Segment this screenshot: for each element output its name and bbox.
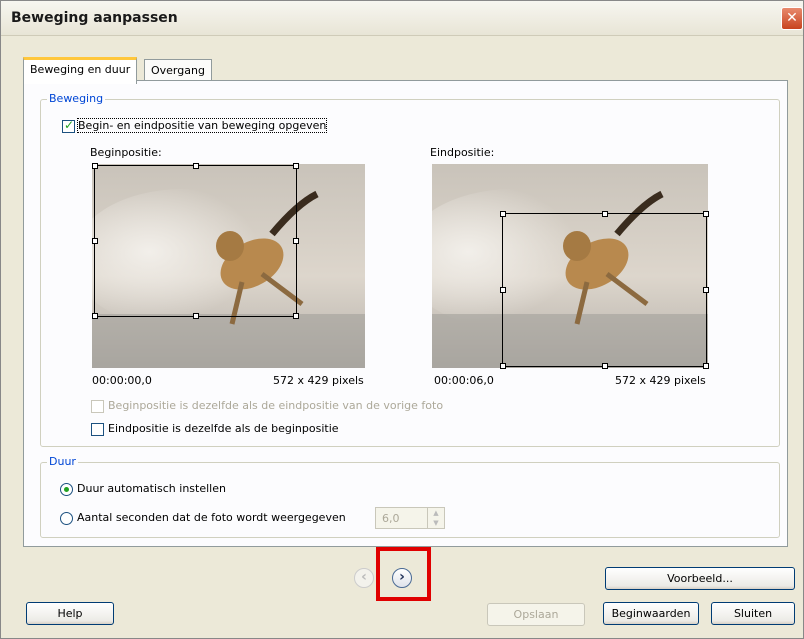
beweging-group-label: Beweging bbox=[47, 92, 106, 105]
end-size: 572 x 429 pixels bbox=[615, 374, 706, 387]
seconds-spinner[interactable]: 6,0 ▲ ▼ bbox=[375, 507, 445, 529]
same-as-previous-label: Beginpositie is dezelfde als de eindposi… bbox=[108, 399, 444, 412]
window-title: Beweging aanpassen bbox=[11, 10, 178, 26]
duur-group-label: Duur bbox=[47, 455, 78, 468]
close-icon[interactable]: ✕ bbox=[781, 7, 803, 30]
reset-button[interactable]: Beginwaarden bbox=[603, 602, 699, 625]
start-size: 572 x 429 pixels bbox=[273, 374, 364, 387]
seconds-value: 6,0 bbox=[382, 512, 400, 525]
save-button[interactable]: Opslaan bbox=[487, 603, 585, 626]
start-time: 00:00:00,0 bbox=[92, 374, 152, 387]
start-crop-rectangle[interactable] bbox=[92, 163, 299, 319]
tab-beweging-en-duur[interactable]: Beweging en duur bbox=[23, 57, 138, 84]
specify-motion-label[interactable]: Begin- en eindpositie van beweging opgev… bbox=[76, 118, 328, 133]
auto-duration-label[interactable]: Duur automatisch instellen bbox=[77, 482, 226, 495]
same-as-previous-checkbox[interactable] bbox=[91, 400, 104, 413]
seconds-radio[interactable] bbox=[60, 512, 73, 525]
end-position-label: Eindpositie: bbox=[430, 146, 495, 159]
seconds-label[interactable]: Aantal seconden dat de foto wordt weerge… bbox=[77, 511, 346, 524]
help-button[interactable]: Help bbox=[26, 602, 114, 625]
highlight-box bbox=[376, 547, 431, 601]
dialog-window: Beweging aanpassen ✕ Beweging en duur Ov… bbox=[0, 0, 804, 639]
preview-button[interactable]: Voorbeeld... bbox=[605, 567, 795, 590]
end-crop-rectangle[interactable] bbox=[500, 211, 709, 369]
end-same-as-start-label[interactable]: Eindpositie is dezelfde als de beginposi… bbox=[108, 422, 339, 435]
tab-overgang[interactable]: Overgang bbox=[144, 59, 212, 82]
start-position-label: Beginpositie: bbox=[90, 146, 162, 159]
title-bar: Beweging aanpassen ✕ bbox=[1, 1, 803, 36]
beweging-group: Beweging Begin- en eindpositie van beweg… bbox=[40, 92, 780, 447]
close-button[interactable]: Sluiten bbox=[711, 602, 795, 625]
duur-group: Duur Duur automatisch instellen Aantal s… bbox=[40, 455, 780, 538]
spinner-arrows-icon[interactable]: ▲ ▼ bbox=[427, 508, 444, 528]
auto-duration-radio[interactable] bbox=[60, 483, 73, 496]
previous-photo-button[interactable]: ‹ bbox=[354, 568, 374, 588]
specify-motion-checkbox[interactable] bbox=[62, 118, 75, 133]
tab-panel: Beweging Begin- en eindpositie van beweg… bbox=[23, 80, 788, 547]
end-same-as-start-checkbox[interactable] bbox=[91, 423, 104, 436]
end-time: 00:00:06,0 bbox=[434, 374, 494, 387]
